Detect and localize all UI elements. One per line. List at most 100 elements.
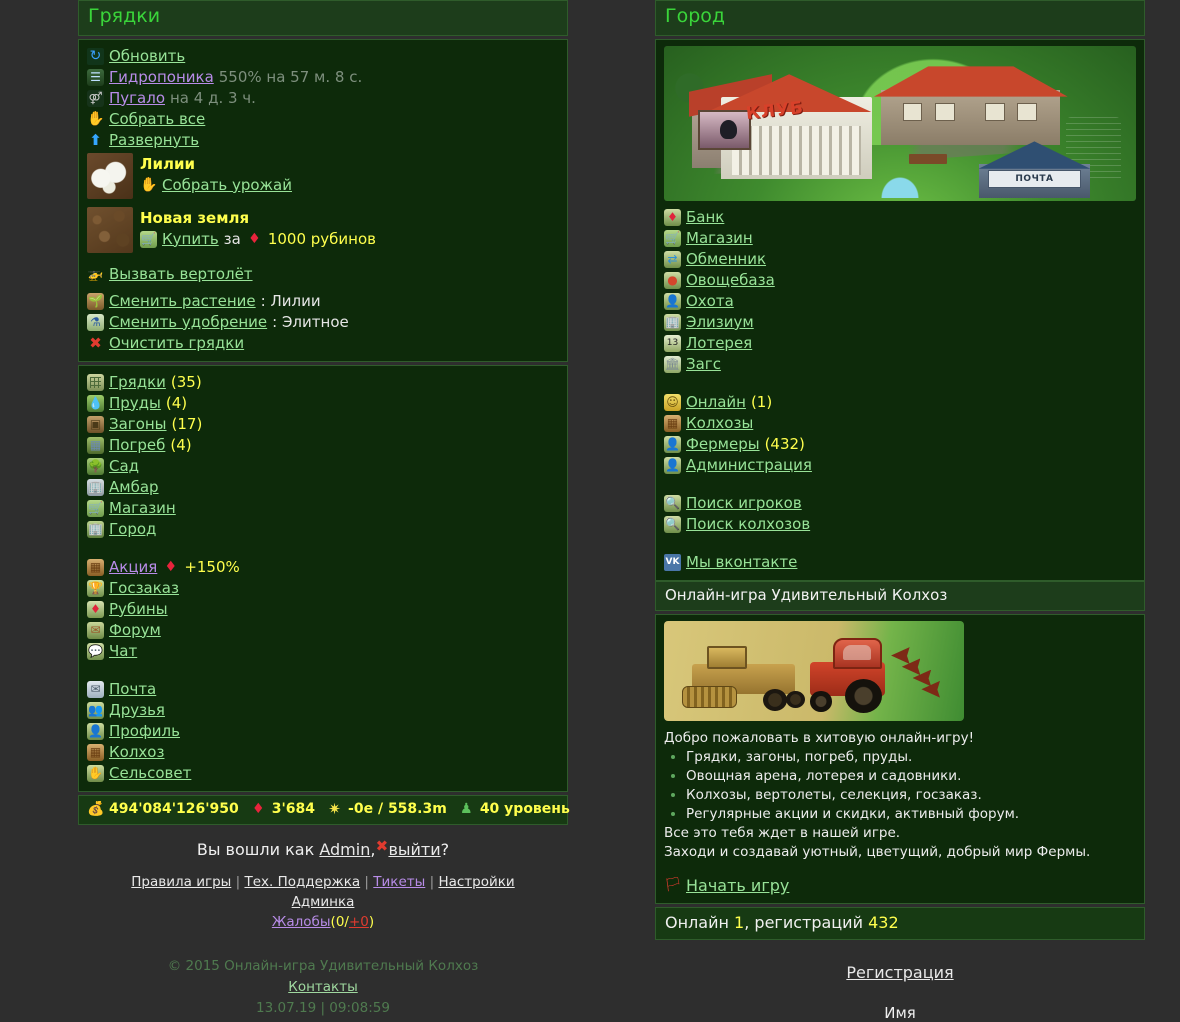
nav-barn-link[interactable]: Амбар [109,478,159,497]
search-players-link[interactable]: Поиск игроков [686,494,802,513]
lily-plot-thumb[interactable] [87,152,133,199]
exchange-link[interactable]: Обменник [686,250,766,269]
tool-change-plant[interactable]: 🌱 Сменить растение : Лилии [87,291,559,312]
promo-row[interactable]: ▦ Акция ♦ +150% [87,557,559,578]
contacts-link[interactable]: Контакты [288,979,357,995]
action-hydroponics[interactable]: ☰ Гидропоника 550% на 57 м. 8 с. [87,67,559,88]
tickets-link[interactable]: Тикеты [373,874,425,890]
registration-link[interactable]: Регистрация [846,963,953,982]
nav-item-kolhoz[interactable]: ▦ Колхоз [87,742,559,763]
rubies-link[interactable]: Рубины [109,600,168,619]
friends-link[interactable]: Друзья [109,701,165,720]
nav-shop-link[interactable]: Магазин [109,499,176,518]
nav-item-beds[interactable]: Грядки (35) [87,372,559,393]
kolhoz-link[interactable]: Колхоз [109,743,164,762]
nav-pens-link[interactable]: Загоны [109,415,167,434]
search-players-row[interactable]: 🔍 Поиск игроков [664,493,1136,514]
nav-item-city[interactable]: 🏢 Город [87,519,559,540]
buy-land-link[interactable]: Купить [162,230,219,249]
nav-item-cellar[interactable]: ▦ Погреб (4) [87,435,559,456]
zags-link[interactable]: Загс [686,355,721,374]
shop-link[interactable]: Магазин [686,229,753,248]
nav-item-shop[interactable]: 🛒 Магазин [87,498,559,519]
nav-item-forum[interactable]: ✉ Форум [87,620,559,641]
promo-link[interactable]: Акция [109,558,157,577]
community-link-kolhozy[interactable]: ▦ Колхозы [664,413,1136,434]
hunt-link[interactable]: Охота [686,292,734,311]
city-link-lottery[interactable]: 13 Лотерея [664,333,1136,354]
tool-clear-beds[interactable]: ✖ Очистить грядки [87,333,559,354]
nav-beds-link[interactable]: Грядки [109,373,166,392]
nav-item-goszakaz[interactable]: 🏆 Госзаказ [87,578,559,599]
forum-link[interactable]: Форум [109,621,161,640]
search-kolhozy-link[interactable]: Поиск колхозов [686,515,810,534]
nav-item-council[interactable]: ✋ Сельсовет [87,763,559,784]
harvest-link[interactable]: Собрать урожай [162,176,292,195]
administration-link[interactable]: Администрация [686,456,812,475]
harvest-row[interactable]: ✋ Собрать урожай [140,175,292,196]
action-expand[interactable]: ⬆ Развернуть [87,130,559,151]
search-kolhozy-row[interactable]: 🔍 Поиск колхозов [664,514,1136,535]
bank-link[interactable]: Банк [686,208,724,227]
nav-item-chat[interactable]: 💬 Чат [87,641,559,662]
current-user-link[interactable]: Admin [319,840,370,859]
admin-panel-link[interactable]: Админка [292,894,355,910]
goszakaz-link[interactable]: Госзаказ [109,579,179,598]
vegetable-base-link[interactable]: Овощебаза [686,271,775,290]
nav-garden-link[interactable]: Сад [109,457,139,476]
buy-land-row[interactable]: 🛒 Купить за ♦ 1000 рубинов [140,229,376,250]
tool-helicopter[interactable]: 🚁 Вызвать вертолёт [87,264,559,285]
lottery-link[interactable]: Лотерея [686,334,752,353]
community-link-online[interactable]: ☺ Онлайн (1) [664,392,1136,413]
refresh-link[interactable]: Обновить [109,47,185,66]
nav-ponds-link[interactable]: Пруды [109,394,161,413]
nav-item-profile[interactable]: 👤 Профиль [87,721,559,742]
settings-link[interactable]: Настройки [438,874,514,890]
complaints-link[interactable]: Жалобы [272,914,331,930]
council-link[interactable]: Сельсовет [109,764,191,783]
nav-item-garden[interactable]: 🌳 Сад [87,456,559,477]
elysium-link[interactable]: Элизиум [686,313,754,332]
nav-item-ponds[interactable]: 💧 Пруды (4) [87,393,559,414]
hydroponics-link[interactable]: Гидропоника [109,68,214,87]
support-link[interactable]: Тех. Поддержка [244,874,360,890]
nav-item-rubies[interactable]: ♦ Рубины [87,599,559,620]
scarecrow-link[interactable]: Пугало [109,89,165,108]
start-game-row[interactable]: 🏳 Начать игру [664,875,1136,896]
social-vk-row[interactable]: VK Мы вконтакте [664,552,1136,573]
city-banner-image[interactable]: КЛУБ ПОЧТА [664,45,1136,201]
helicopter-link[interactable]: Вызвать вертолёт [109,265,253,284]
tractor-banner-image[interactable] [664,621,964,722]
clear-beds-link[interactable]: Очистить грядки [109,334,244,353]
city-link-vegetable-base[interactable]: ● Овощебаза [664,270,1136,291]
vk-link[interactable]: Мы вконтакте [686,553,797,572]
community-link-farmers[interactable]: 👤 Фермеры (432) [664,434,1136,455]
action-scarecrow[interactable]: ⚤ Пугало на 4 д. 3 ч. [87,88,559,109]
collect-all-link[interactable]: Собрать все [109,110,205,129]
profile-link[interactable]: Профиль [109,722,180,741]
soil-plot-thumb[interactable] [87,206,133,253]
start-game-link[interactable]: Начать игру [686,876,789,895]
action-refresh[interactable]: ↻ Обновить [87,46,559,67]
logout-link[interactable]: выйти [388,840,440,859]
city-link-elysium[interactable]: 🏢 Элизиум [664,312,1136,333]
city-link-hunt[interactable]: 👤 Охота [664,291,1136,312]
mail-link[interactable]: Почта [109,680,156,699]
city-link-shop[interactable]: 🛒 Магазин [664,228,1136,249]
online-link[interactable]: Онлайн [686,393,746,412]
nav-city-link[interactable]: Город [109,520,156,539]
city-link-bank[interactable]: ♦ Банк [664,207,1136,228]
expand-link[interactable]: Развернуть [109,131,199,150]
rules-link[interactable]: Правила игры [131,874,231,890]
community-link-administration[interactable]: 👤 Администрация [664,455,1136,476]
city-link-exchange[interactable]: ⇄ Обменник [664,249,1136,270]
farmers-link[interactable]: Фермеры [686,435,760,454]
nav-cellar-link[interactable]: Погреб [109,436,165,455]
change-plant-link[interactable]: Сменить растение [109,292,256,311]
nav-item-pens[interactable]: ▣ Загоны (17) [87,414,559,435]
action-collect-all[interactable]: ✋ Собрать все [87,109,559,130]
change-fertilizer-link[interactable]: Сменить удобрение [109,313,267,332]
city-link-zags[interactable]: 🏛 Загс [664,354,1136,375]
kolhozy-link[interactable]: Колхозы [686,414,753,433]
nav-item-barn[interactable]: 🏢 Амбар [87,477,559,498]
